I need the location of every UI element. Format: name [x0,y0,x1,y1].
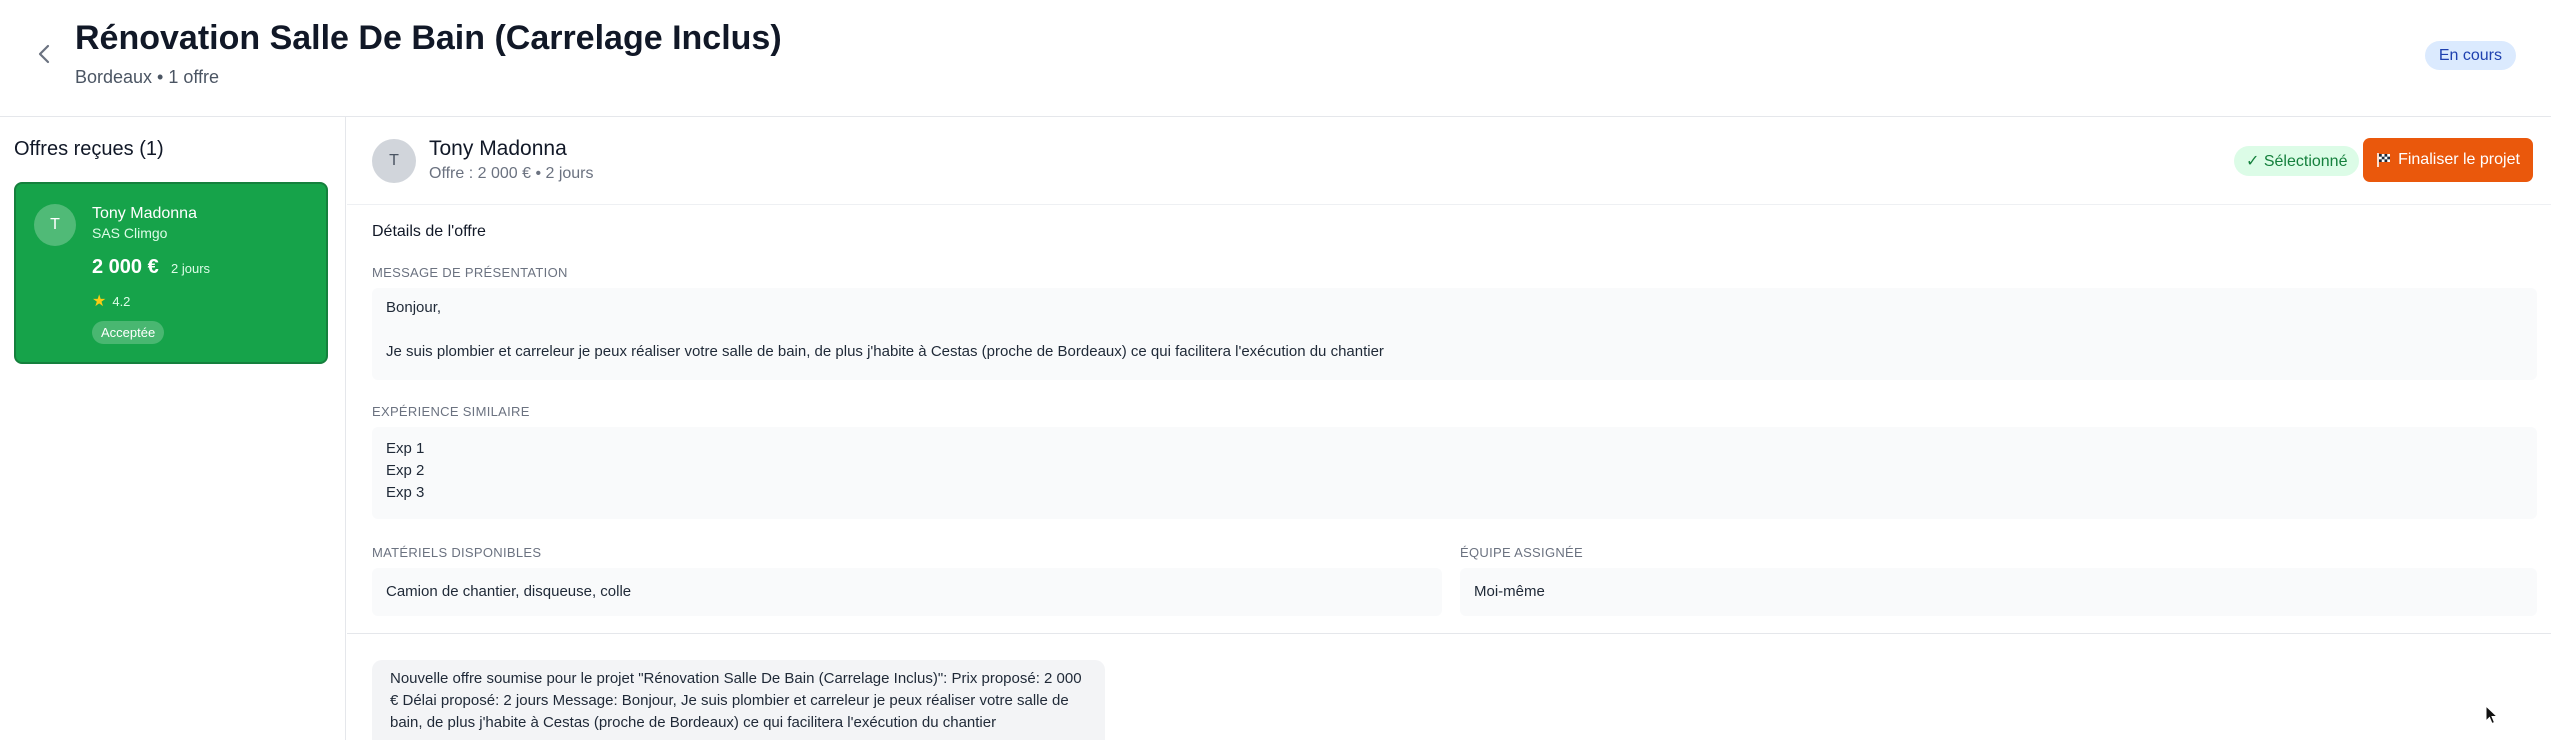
list-item: Exp 1 [386,440,425,457]
back-button[interactable] [30,40,58,68]
offer-company: SAS Climgo [92,225,168,241]
page-subtitle: Bordeaux • 1 offre [75,67,220,87]
offer-detail-panel: T Tony Madonna Offre : 2 000 € • 2 jours… [347,117,2551,740]
offer-notification-message: Nouvelle offre soumise pour le projet "R… [372,660,1105,740]
finalize-project-button[interactable]: Finaliser le projet [2363,138,2533,182]
chevron-left-icon [38,44,50,64]
materials-box: Camion de chantier, disqueuse, colle [372,568,1442,616]
offer-card[interactable]: T Tony Madonna SAS Climgo 2 000 € 2 jour… [14,182,328,364]
team-value: Moi-même [1474,583,1545,600]
star-icon: ★ [92,293,107,310]
checkered-flag-icon [2377,153,2391,167]
offer-provider-name: Tony Madonna [92,205,197,222]
materials-value: Camion de chantier, disqueuse, colle [386,583,632,600]
presentation-message: Bonjour, Je suis plombier et carreleur j… [372,288,2537,380]
offers-received-title: Offres reçues (1) [14,138,164,160]
offer-detail-header: T Tony Madonna Offre : 2 000 € • 2 jours… [347,117,2551,205]
offer-details-title: Détails de l'offre [372,223,486,240]
offer-status-badge: Acceptée [92,321,165,344]
list-item: Exp 2 [386,462,425,479]
provider-name: Tony Madonna [429,137,567,160]
offer-delay: 2 jours [171,261,211,276]
list-item: Exp 3 [386,484,425,501]
experience-box: Exp 1 Exp 2 Exp 3 [372,427,2537,519]
page-header: Rénovation Salle De Bain (Carrelage Incl… [0,0,2551,117]
rating-value: 4.2 [112,293,131,309]
team-label: Équipe assignée [1460,545,1583,560]
materials-label: Matériels disponibles [372,545,542,560]
presentation-label: Message de présentation [372,265,568,280]
mouse-pointer-icon [2485,705,2499,725]
finalize-label: Finaliser le projet [2398,151,2520,168]
offer-rating: ★ 4.2 [92,291,130,311]
experience-label: Expérience similaire [372,404,530,419]
avatar: T [372,139,416,183]
presentation-body: Je suis plombier et carreleur je peux ré… [386,343,1384,360]
selected-badge: ✓ Sélectionné [2234,146,2360,176]
offers-sidebar: Offres reçues (1) T Tony Madonna SAS Cli… [0,117,346,740]
page-title: Rénovation Salle De Bain (Carrelage Incl… [75,19,782,57]
status-badge: En cours [2424,41,2516,70]
offer-price: 2 000 € [92,256,159,278]
avatar: T [34,204,76,246]
divider [347,633,2551,634]
presentation-greeting: Bonjour, [386,299,442,316]
offer-summary: Offre : 2 000 € • 2 jours [429,165,594,182]
team-box: Moi-même [1460,568,2537,616]
